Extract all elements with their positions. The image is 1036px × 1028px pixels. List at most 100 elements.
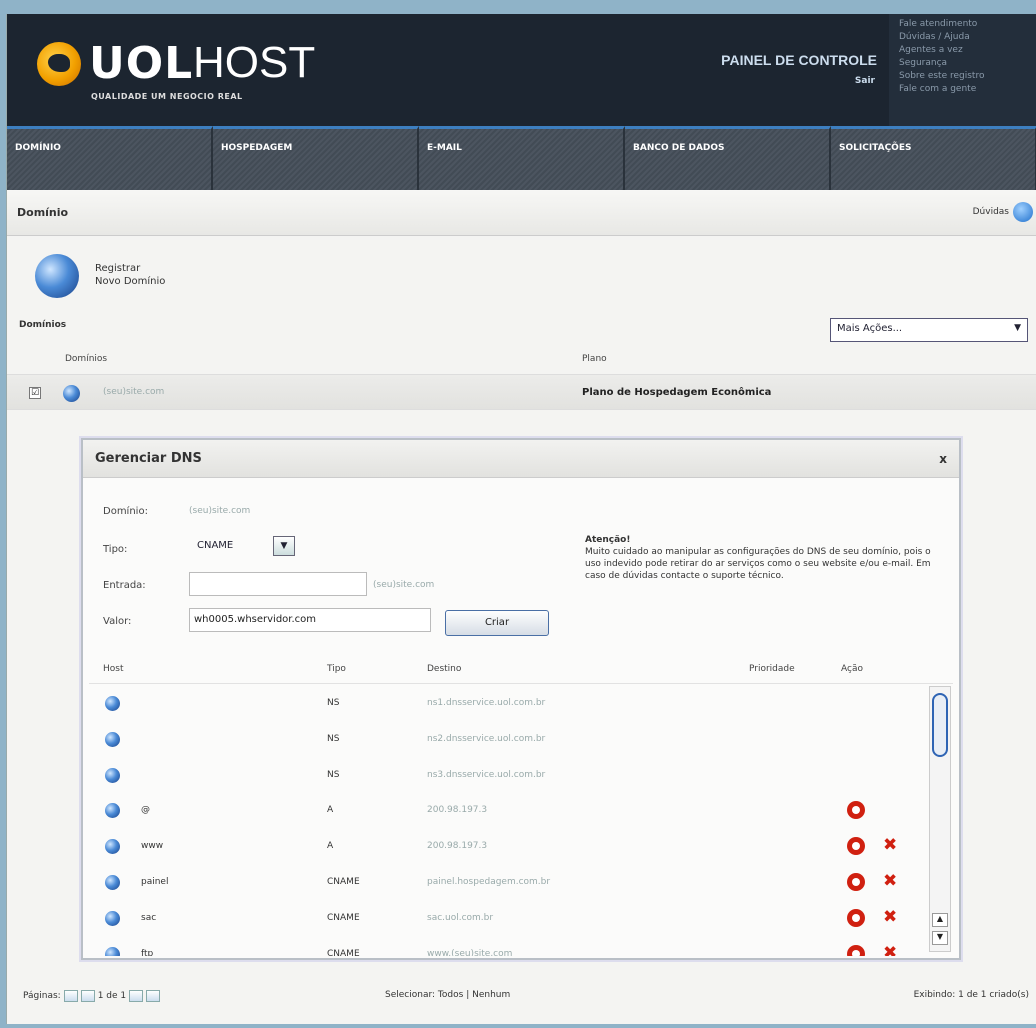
- scroll-down-icon[interactable]: ▼: [932, 931, 948, 945]
- logo-host-text: HOST: [193, 38, 316, 87]
- tab-hospedagem[interactable]: HOSPEDAGEM: [213, 126, 419, 190]
- domain-checkbox[interactable]: ☑: [29, 387, 41, 399]
- tab-email[interactable]: E-MAIL: [419, 126, 625, 190]
- delete-record-icon[interactable]: ✖: [883, 871, 897, 891]
- domains-section-label: Domínios: [19, 320, 67, 330]
- globe-icon: [105, 767, 120, 783]
- dns-type: CNAME: [327, 948, 360, 956]
- domain-name[interactable]: (seu)site.com: [103, 387, 164, 397]
- scrollbar-thumb[interactable]: [932, 693, 948, 757]
- domain-row[interactable]: ☑ (seu)site.com Plano de Hospedagem Econ…: [7, 374, 1036, 410]
- dns-type: CNAME: [327, 876, 360, 887]
- more-actions-select[interactable]: Mais Ações... ▼: [830, 318, 1028, 342]
- header-link[interactable]: Agentes a vez: [899, 44, 1027, 57]
- select-none-link[interactable]: Nenhum: [472, 990, 510, 1000]
- col-plan: Plano: [582, 354, 607, 364]
- delete-record-icon[interactable]: ✖: [883, 835, 897, 855]
- delete-record-icon[interactable]: ✖: [883, 907, 897, 927]
- dns-record-row[interactable]: NS ns3.dnsservice.uol.com.br: [89, 758, 929, 794]
- header-link[interactable]: Dúvidas / Ajuda: [899, 31, 1027, 44]
- create-button[interactable]: Criar: [445, 610, 549, 636]
- help-link[interactable]: Dúvidas: [973, 207, 1009, 217]
- edit-record-icon[interactable]: [847, 908, 865, 927]
- globe-icon: [105, 696, 120, 711]
- dns-type: NS: [327, 733, 340, 744]
- uol-logo-icon: [37, 42, 81, 86]
- dns-record-row[interactable]: @ A 200.98.197.3: [89, 793, 929, 829]
- tab-banco-de-dados[interactable]: BANCO DE DADOS: [625, 126, 831, 190]
- dns-record-row[interactable]: NS ns1.dnsservice.uol.com.br: [89, 686, 929, 722]
- delete-record-icon[interactable]: ✖: [883, 943, 897, 956]
- edit-record-icon[interactable]: [847, 837, 865, 856]
- dns-warning: Atenção! Muito cuidado ao manipular as c…: [585, 534, 949, 582]
- header-link[interactable]: Sobre este registro: [899, 70, 1027, 83]
- dns-scrollbar[interactable]: ▲ ▼: [929, 686, 951, 952]
- domain-field-label: Domínio:: [103, 506, 148, 517]
- help-arrow-icon[interactable]: [1013, 202, 1033, 222]
- dns-destination: ns1.dnsservice.uol.com.br: [427, 698, 546, 708]
- pages-label: Páginas:: [23, 991, 61, 1001]
- col-destination: Destino: [427, 664, 462, 674]
- globe-icon: [105, 731, 120, 747]
- dns-type: A: [327, 805, 334, 816]
- dns-records-list: NS ns1.dnsservice.uol.com.br NS ns2.dnsserv…: [89, 686, 929, 956]
- footer: Páginas: 1 de 1 Selecionar: Todos | Nenh…: [7, 974, 1036, 1014]
- edit-record-icon[interactable]: [847, 801, 865, 820]
- header-link[interactable]: Segurança: [899, 57, 1027, 70]
- dns-record-row[interactable]: www A 200.98.197.3 ✖: [89, 829, 929, 865]
- select-links: Selecionar: Todos | Nenhum: [385, 990, 510, 1000]
- dns-destination: 200.98.197.3: [427, 805, 488, 816]
- tab-dominio[interactable]: DOMÍNIO: [7, 126, 213, 190]
- select-separator: |: [466, 990, 470, 1000]
- section-bar: Domínio Dúvidas: [7, 190, 1036, 236]
- first-page-icon[interactable]: [63, 990, 78, 1002]
- control-panel-window: UOL HOST QUALIDADE UM NEGOCIO REAL PAINE…: [6, 14, 1036, 1024]
- dns-table-header: Host Tipo Destino Prioridade Ação: [89, 654, 953, 684]
- edit-record-icon[interactable]: [847, 872, 865, 891]
- col-type: Tipo: [327, 664, 346, 674]
- register-domain-globe-icon[interactable]: [35, 254, 79, 298]
- dns-destination: ns2.dnsservice.uol.com.br: [427, 733, 546, 744]
- prev-page-icon[interactable]: [80, 990, 95, 1002]
- chevron-down-icon: ▼: [1014, 323, 1021, 333]
- register-domain-link[interactable]: Registrar Novo Domínio: [95, 262, 165, 288]
- scroll-up-icon[interactable]: ▲: [932, 913, 948, 927]
- domain-table-header: Domínios Plano: [7, 348, 1036, 372]
- globe-icon: [105, 910, 120, 926]
- dns-destination: ns3.dnsservice.uol.com.br: [427, 769, 546, 780]
- page-info: 1 de 1: [97, 991, 127, 1001]
- warning-title: Atenção!: [585, 535, 631, 545]
- header-links: Fale atendimento Dúvidas / Ajuda Agentes…: [889, 14, 1036, 126]
- close-icon[interactable]: x: [939, 452, 947, 466]
- logo-uol-text: UOL: [89, 38, 194, 89]
- dns-record-row[interactable]: ftp CNAME www.(seu)site.com ✖: [89, 937, 929, 956]
- header-link[interactable]: Fale com a gente: [899, 83, 1027, 96]
- warning-text: Muito cuidado ao manipular as configuraç…: [585, 547, 931, 581]
- edit-record-icon[interactable]: [847, 944, 865, 956]
- entry-suffix: (seu)site.com: [373, 580, 435, 590]
- logout-link[interactable]: Sair: [855, 76, 875, 86]
- dns-destination: www.(seu)site.com: [427, 948, 513, 956]
- globe-icon: [105, 946, 120, 956]
- next-page-icon[interactable]: [129, 990, 144, 1002]
- tab-solicitacoes[interactable]: SOLICITAÇÕES: [831, 126, 1036, 190]
- domain-field-value: (seu)site.com: [189, 506, 251, 516]
- globe-icon: [105, 803, 120, 819]
- dns-record-row[interactable]: painel CNAME painel.hospedagem.com.br ✖: [89, 865, 929, 901]
- header-link[interactable]: Fale atendimento: [899, 18, 1027, 31]
- dns-record-row[interactable]: NS ns2.dnsservice.uol.com.br: [89, 722, 929, 758]
- dns-record-row[interactable]: sac CNAME sac.uol.com.br ✖: [89, 901, 929, 937]
- last-page-icon[interactable]: [146, 990, 161, 1002]
- select-all-link[interactable]: Todos: [438, 990, 463, 1000]
- manage-dns-dialog: Gerenciar DNS x Domínio: (seu)site.com T…: [81, 438, 961, 960]
- chevron-down-icon[interactable]: ▼: [273, 536, 295, 556]
- type-select[interactable]: CNAME ▼: [191, 536, 295, 558]
- value-input[interactable]: wh0005.whservidor.com: [189, 608, 431, 632]
- register-label-line2: Novo Domínio: [95, 276, 166, 287]
- col-priority: Prioridade: [749, 664, 795, 674]
- entry-input[interactable]: [189, 572, 367, 596]
- entry-field-label: Entrada:: [103, 580, 146, 591]
- dns-destination: 200.98.197.3: [427, 841, 488, 852]
- page-title: Domínio: [17, 206, 69, 219]
- header: UOL HOST QUALIDADE UM NEGOCIO REAL PAINE…: [7, 14, 1036, 126]
